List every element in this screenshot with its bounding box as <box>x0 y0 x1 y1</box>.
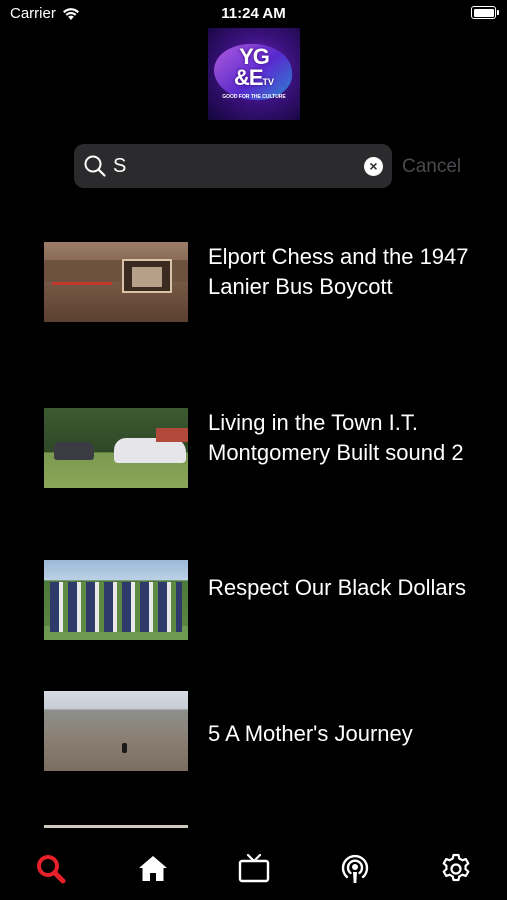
video-title: 5 A Mother's Journey <box>208 721 413 746</box>
tab-search[interactable] <box>34 852 68 886</box>
search-input[interactable]: S <box>113 155 126 178</box>
search-results-list: Elport Chess and the 1947 Lanier Bus Boy… <box>0 230 507 828</box>
tv-icon <box>238 853 270 883</box>
video-title: Living in the Town I.T. Montgomery Built… <box>208 410 464 465</box>
search-bar[interactable]: S × <box>74 144 392 188</box>
app-logo: YG &ETV GOOD FOR THE CULTURE <box>208 28 300 120</box>
tab-podcasts[interactable] <box>338 852 372 886</box>
tab-settings[interactable] <box>439 852 473 886</box>
video-thumbnail <box>44 242 188 322</box>
video-thumbnail <box>44 825 188 828</box>
video-title: Elport Chess and the 1947 Lanier Bus Boy… <box>208 244 469 299</box>
home-icon <box>139 856 167 881</box>
tab-tv[interactable] <box>237 852 271 886</box>
search-icon <box>37 855 66 884</box>
video-thumbnail <box>44 560 188 640</box>
tab-home[interactable] <box>136 852 170 886</box>
status-bar: Carrier 11:24 AM <box>0 0 507 28</box>
status-time: 11:24 AM <box>221 5 286 22</box>
logo-tagline: GOOD FOR THE CULTURE <box>222 94 286 100</box>
tab-bar <box>0 838 507 900</box>
podcast-icon <box>341 854 369 883</box>
logo-tv-label: TV <box>262 77 275 87</box>
video-thumbnail <box>44 691 188 771</box>
gear-icon <box>442 853 470 882</box>
battery-icon <box>471 6 499 19</box>
logo-text-line1: YG <box>239 44 270 69</box>
logo-text-line2: &E <box>233 65 264 90</box>
clear-search-button[interactable]: × <box>364 157 383 176</box>
cancel-button[interactable]: Cancel <box>402 156 461 178</box>
video-title: Respect Our Black Dollars <box>208 575 466 600</box>
video-thumbnail <box>44 408 188 488</box>
search-icon <box>84 155 106 177</box>
